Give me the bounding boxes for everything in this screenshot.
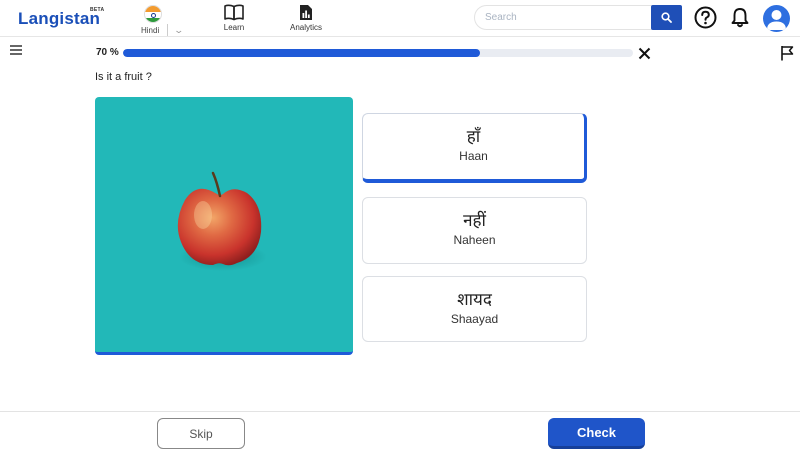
nav-analytics-label: Analytics [289, 23, 322, 32]
search-input[interactable] [474, 5, 664, 30]
answer-option-shaayad[interactable]: शायद Shaayad [362, 276, 587, 342]
top-navbar: Langistan BETA Hindi ⌄ Learn Analytics [0, 0, 800, 37]
chart-document-icon [300, 5, 312, 20]
search-icon [661, 12, 672, 23]
user-icon [767, 10, 786, 30]
option-roman-text: Naheen [453, 233, 496, 247]
report-flag-icon[interactable] [780, 45, 794, 61]
option-roman-text: Shaayad [450, 312, 499, 326]
nav-analytics[interactable]: Analytics [284, 4, 328, 32]
search-bar [474, 5, 682, 30]
answer-option-haan[interactable]: हाँ Haan [362, 113, 587, 183]
option-native-text: नहीं [463, 211, 486, 231]
avatar[interactable] [763, 5, 790, 32]
language-selector[interactable]: Hindi ⌄ [139, 4, 189, 36]
chevron-down-icon[interactable]: ⌄ [173, 25, 184, 36]
logo[interactable]: Langistan [18, 9, 100, 29]
close-icon[interactable] [638, 47, 651, 60]
option-native-text: शायद [457, 290, 492, 310]
divider [167, 24, 168, 36]
india-flag-icon [144, 5, 162, 23]
nav-learn[interactable]: Learn [219, 4, 249, 32]
nav-learn-label: Learn [223, 23, 245, 32]
answer-option-naheen[interactable]: नहीं Naheen [362, 197, 587, 264]
question-image [95, 97, 353, 355]
progress-bar [123, 49, 633, 57]
question-text: Is it a fruit ? [95, 71, 152, 83]
help-icon[interactable] [694, 6, 717, 29]
hamburger-menu-icon[interactable] [10, 45, 22, 55]
apple-illustration [177, 171, 267, 271]
option-native-text: हाँ [466, 127, 481, 147]
progress-percent: 70 % [96, 47, 119, 58]
option-roman-text: Haan [459, 149, 488, 163]
search-button[interactable] [651, 5, 682, 30]
skip-button[interactable]: Skip [157, 418, 245, 449]
check-button[interactable]: Check [548, 418, 645, 449]
book-icon [224, 4, 244, 21]
footer-bar [0, 411, 800, 456]
progress-fill [123, 49, 480, 57]
beta-badge: BETA [90, 7, 105, 13]
bell-icon[interactable] [731, 7, 749, 28]
language-label: Hindi [141, 26, 160, 35]
